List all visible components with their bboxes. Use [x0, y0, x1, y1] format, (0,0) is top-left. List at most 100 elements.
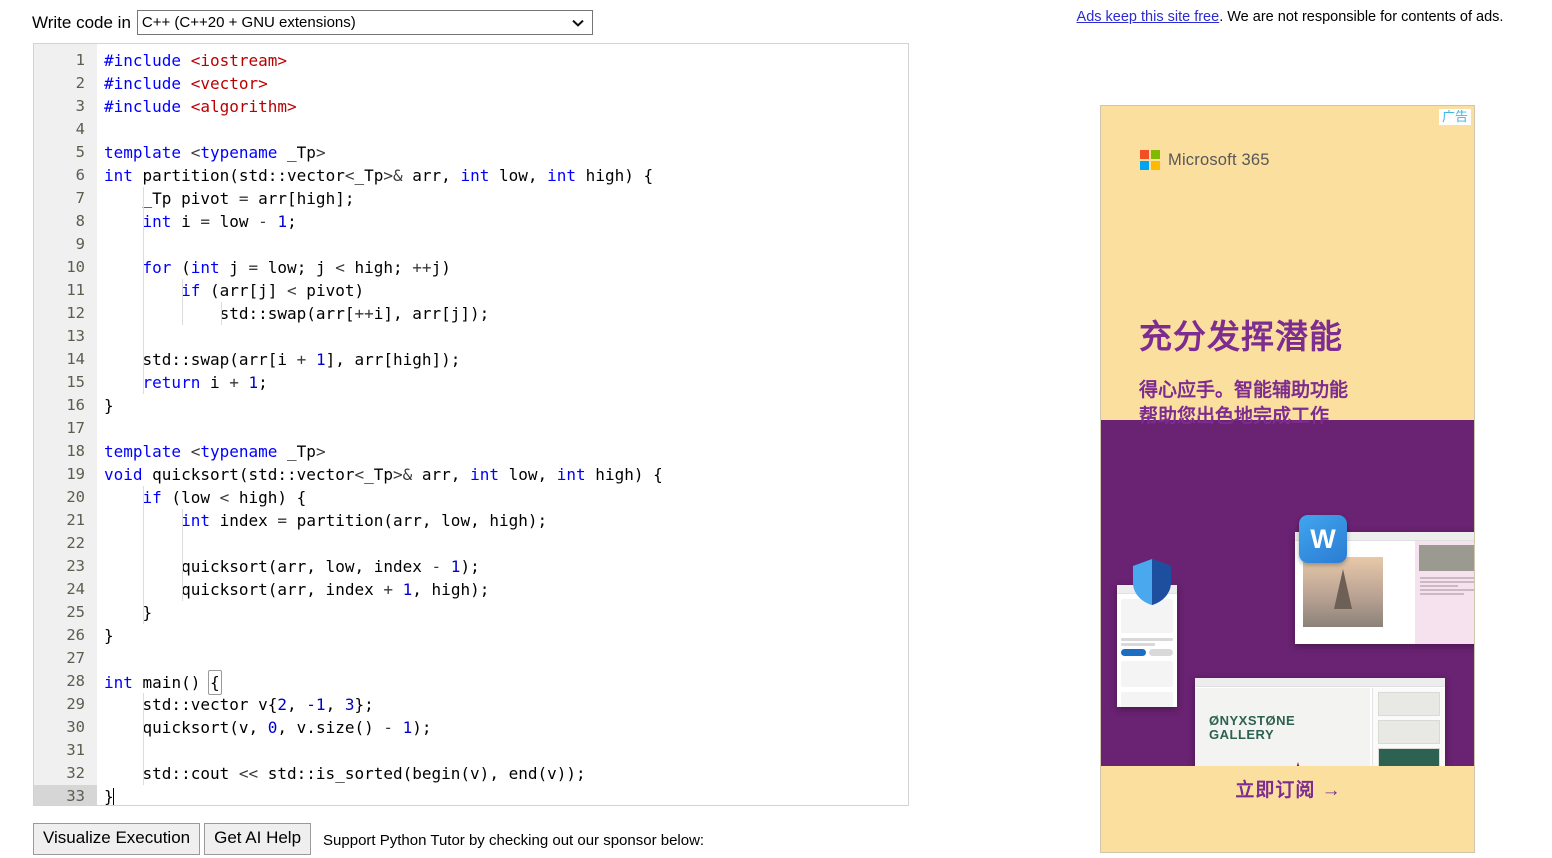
microsoft-logo-icon: [1140, 150, 1160, 170]
line-number: 28: [66, 672, 85, 690]
code-text-area[interactable]: #include <iostream> #include <vector> #i…: [97, 44, 908, 805]
advertisement-banner[interactable]: 广告 Microsoft 365 充分发挥潜能 得心应手。智能辅助功能 帮助您出…: [1100, 105, 1475, 853]
ad-headline: 充分发挥潜能: [1139, 318, 1343, 355]
gallery-heading-line1: ØNYXSTØNE: [1209, 713, 1296, 728]
line-number: 23: [66, 557, 85, 575]
teams-primary-pill: [1121, 649, 1146, 656]
ad-cta-button[interactable]: 立即订阅 →: [1101, 766, 1474, 810]
line-number-active: 33: [34, 785, 97, 805]
code-editor[interactable]: 1 2 3 4 5 6 7 8 9 10 11 12 13 14 15 16 1…: [33, 43, 909, 806]
code-line: int partition(std::vector<_Tp>& arr, int…: [104, 166, 654, 185]
line-number: 24: [66, 580, 85, 598]
code-line: std::swap(arr[++i], arr[j]);: [104, 302, 490, 325]
code-line: template <typename _Tp>: [104, 143, 326, 162]
code-line: }: [104, 626, 114, 645]
code-line: for (int j = low; j < high; ++j): [142, 256, 451, 279]
teams-card: [1121, 661, 1173, 687]
sidebar-photo: [1419, 545, 1474, 571]
line-number: 25: [66, 603, 85, 621]
line-number: 1: [75, 51, 85, 69]
placeholder-line: [1121, 643, 1155, 646]
code-line: std::swap(arr[i + 1], arr[high]);: [104, 348, 461, 371]
line-number: 15: [66, 373, 85, 391]
code-line: }: [104, 787, 114, 805]
code-line: #include <iostream>: [104, 51, 288, 70]
code-line: quicksort(arr, index + 1, high);: [104, 578, 490, 601]
line-number: 16: [66, 396, 85, 414]
window-titlebar: [1195, 678, 1445, 687]
code-line: quicksort(v, 0, v.size() - 1);: [104, 716, 432, 739]
shield-icon: [1133, 559, 1171, 605]
language-label: Write code in: [32, 13, 131, 32]
code-line: void quicksort(std::vector<_Tp>& arr, in…: [104, 465, 663, 484]
line-number: 8: [75, 212, 85, 230]
code-line: std::vector v{2, -1, 3};: [104, 693, 374, 716]
line-number: 20: [66, 488, 85, 506]
line-number: 2: [75, 74, 85, 92]
code-line: template <typename _Tp>: [104, 442, 326, 461]
line-number: 27: [66, 649, 85, 667]
logo-square-green: [1151, 150, 1160, 159]
line-number: 10: [66, 258, 85, 276]
code-line: [97, 739, 908, 762]
line-number: 12: [66, 304, 85, 322]
eiffel-photo: [1303, 557, 1383, 627]
design-thumbnail: [1378, 720, 1440, 744]
text-line: [1420, 577, 1474, 579]
visualize-execution-button[interactable]: Visualize Execution: [33, 823, 201, 855]
ad-subheadline: 得心应手。智能辅助功能 帮助您出色地完成工作: [1139, 378, 1348, 429]
action-button-row: Visualize Execution Get AI Help Support …: [33, 823, 704, 855]
line-number: 7: [75, 189, 85, 207]
code-line: [97, 233, 908, 256]
language-select[interactable]: C++ (C++20 + GNU extensions): [136, 10, 593, 35]
code-line: [97, 532, 908, 555]
ads-keep-site-free-link[interactable]: Ads keep this site free: [1077, 9, 1220, 25]
text-line: [1420, 593, 1464, 595]
code-line: return i + 1;: [142, 371, 268, 394]
line-number: 26: [66, 626, 85, 644]
code-line: quicksort(arr, low, index - 1);: [104, 555, 480, 578]
line-number: 21: [66, 511, 85, 529]
gallery-heading-line2: GALLERY: [1209, 726, 1275, 742]
ad-product-collage: W Paris: [1101, 420, 1474, 810]
line-number-gutter: 1 2 3 4 5 6 7 8 9 10 11 12 13 14 15 16 1…: [34, 44, 97, 805]
code-line: #include <algorithm>: [104, 97, 297, 116]
line-number: 18: [66, 442, 85, 460]
line-number: 31: [66, 741, 85, 759]
code-line: }: [104, 601, 153, 624]
line-number: 11: [66, 281, 85, 299]
word-icon: W: [1299, 515, 1347, 563]
code-line: #include <vector>: [104, 74, 268, 93]
teams-card: [1121, 692, 1173, 707]
document-sidebar: [1415, 541, 1474, 644]
language-selector-row: Write code in C++ (C++20 + GNU extension…: [32, 10, 593, 35]
line-number: 14: [66, 350, 85, 368]
line-number: 32: [66, 764, 85, 782]
text-line: [1420, 585, 1458, 587]
code-line: _Tp pivot = arr[high];: [104, 187, 355, 210]
line-number: 29: [66, 695, 85, 713]
ad-subheadline-line2: 帮助您出色地完成工作: [1139, 405, 1330, 427]
design-thumbnail: [1378, 692, 1440, 716]
line-number: 22: [66, 534, 85, 552]
get-ai-help-button[interactable]: Get AI Help: [204, 823, 312, 855]
teams-secondary-pill: [1148, 649, 1173, 656]
line-number: 3: [75, 97, 85, 115]
gallery-heading: ØNYXSTØNE GALLERY: [1209, 714, 1295, 741]
code-line: int index = partition(arr, low, high);: [97, 509, 908, 532]
brand-name: Microsoft 365: [1168, 150, 1270, 169]
ad-subheadline-line1: 得心应手。智能辅助功能: [1139, 380, 1349, 401]
sponsor-note: Support Python Tutor by checking out our…: [323, 832, 705, 849]
code-line: [97, 325, 908, 348]
eiffel-tower-shape: [1334, 569, 1352, 609]
code-line: std::cout << std::is_sorted(begin(v), en…: [104, 762, 586, 785]
logo-square-red: [1140, 150, 1149, 159]
text-line: [1420, 589, 1474, 591]
line-number: 13: [66, 327, 85, 345]
line-number: 5: [75, 143, 85, 161]
logo-square-yellow: [1151, 161, 1160, 170]
line-number: 17: [66, 419, 85, 437]
code-line: }: [104, 396, 114, 415]
